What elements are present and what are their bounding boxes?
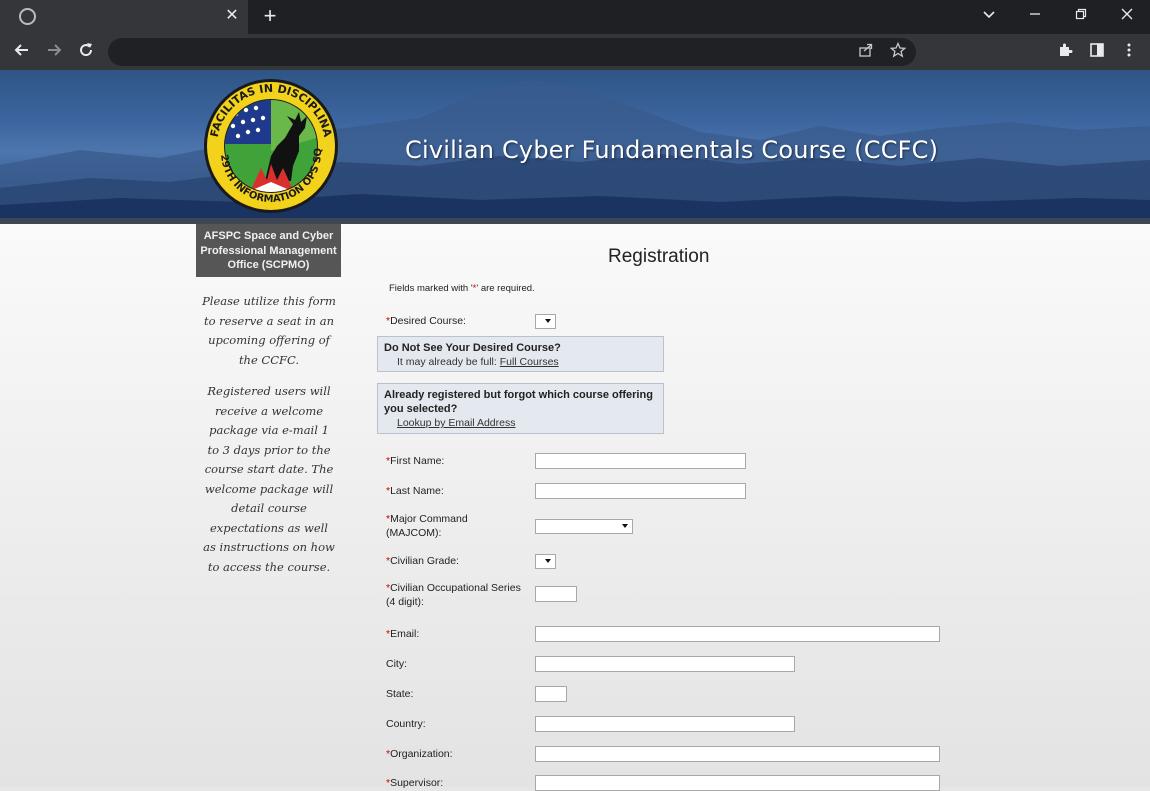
dropdown-arrow-icon xyxy=(545,559,551,563)
back-icon[interactable] xyxy=(10,41,34,63)
supervisor-input[interactable] xyxy=(535,775,940,791)
loading-icon xyxy=(19,8,36,25)
supervisor-label: *Supervisor: xyxy=(386,776,443,790)
organization-label-text: Organization: xyxy=(390,748,453,760)
city-input[interactable] xyxy=(535,656,795,672)
first-name-label: *First Name: xyxy=(386,454,444,468)
browser-tab-strip: ✕ + xyxy=(0,0,1150,34)
lookup-row: Lookup by Email Address xyxy=(384,416,657,430)
last-name-label: *Last Name: xyxy=(386,484,444,498)
majcom-select[interactable] xyxy=(535,519,633,534)
scpmo-line-2: Professional Management xyxy=(200,244,337,257)
bookmark-star-icon[interactable] xyxy=(888,41,908,62)
civilian-grade-label-text: Civilian Grade: xyxy=(390,555,459,567)
email-label: *Email: xyxy=(386,627,419,641)
lookup-by-email-link[interactable]: Lookup by Email Address xyxy=(397,417,515,429)
required-note-post: ' are required. xyxy=(476,283,535,294)
close-tab-icon[interactable]: ✕ xyxy=(222,6,242,26)
occupational-series-label-line-2: (4 digit): xyxy=(386,596,424,608)
scpmo-line-3: Office (SCPMO) xyxy=(227,259,310,271)
scpmo-box: AFSPC Space and Cyber Professional Manag… xyxy=(196,224,341,277)
email-label-text: Email: xyxy=(390,628,420,640)
reload-icon[interactable] xyxy=(74,41,98,63)
last-name-label-text: Last Name: xyxy=(390,485,444,497)
forward-icon[interactable] xyxy=(42,41,66,63)
civilian-grade-select[interactable] xyxy=(535,554,556,569)
organization-input[interactable] xyxy=(535,746,940,762)
country-input[interactable] xyxy=(535,716,795,732)
page-content: AFSPC Space and Cyber Professional Manag… xyxy=(0,224,1150,791)
occupational-series-label: *Civilian Occupational Series (4 digit): xyxy=(386,581,521,609)
full-courses-link[interactable]: Full Courses xyxy=(500,356,559,368)
email-field[interactable] xyxy=(535,626,940,642)
majcom-label-line-2: (MAJCOM): xyxy=(386,527,442,539)
site-banner: FACILITAS IN DISCIPLINA 229TH INFORMATIO… xyxy=(0,70,1150,220)
forgot-course-box: Already registered but forgot which cour… xyxy=(377,383,664,434)
minimize-icon[interactable] xyxy=(1023,5,1047,25)
menu-icon[interactable] xyxy=(1119,42,1139,62)
browser-toolbar xyxy=(0,34,1150,70)
required-note: Fields marked with '*' are required. xyxy=(389,283,535,294)
close-window-icon[interactable] xyxy=(1115,5,1139,25)
supervisor-label-text: Supervisor: xyxy=(390,777,444,789)
not-see-course-heading: Do Not See Your Desired Course? xyxy=(384,342,561,354)
not-see-course-box: Do Not See Your Desired Course? It may a… xyxy=(377,336,664,372)
country-label: Country: xyxy=(386,718,426,730)
sidebar-paragraph-2: Registered users will receive a welcome … xyxy=(203,384,335,574)
sidebar-paragraph-1: Please utilize this form to reserve a se… xyxy=(202,294,336,367)
occupational-series-label-line-1: Civilian Occupational Series xyxy=(390,582,521,594)
state-input[interactable] xyxy=(535,686,567,702)
address-bar[interactable] xyxy=(108,38,916,66)
not-see-course-sub: It may already be full: xyxy=(397,356,500,368)
dropdown-arrow-icon xyxy=(545,319,551,323)
extensions-icon[interactable] xyxy=(1055,42,1075,62)
tab-search-icon[interactable] xyxy=(977,5,1001,25)
scpmo-line-1: AFSPC Space and Cyber xyxy=(203,230,334,242)
restore-icon[interactable] xyxy=(1069,5,1093,25)
course-title: Civilian Cyber Fundamentals Course (CCFC… xyxy=(405,136,939,164)
city-label: City: xyxy=(386,658,407,670)
majcom-label: *Major Command (MAJCOM): xyxy=(386,512,468,540)
first-name-input[interactable] xyxy=(535,453,746,469)
side-panel-icon[interactable] xyxy=(1087,42,1107,62)
sidebar-instructions: Please utilize this form to reserve a se… xyxy=(202,292,336,589)
civilian-grade-label: *Civilian Grade: xyxy=(386,554,459,568)
forgot-course-heading: Already registered but forgot which cour… xyxy=(384,389,653,415)
majcom-label-line-1: Major Command xyxy=(390,513,468,525)
not-see-course-text: It may already be full: Full Courses xyxy=(384,355,657,369)
occupational-series-input[interactable] xyxy=(535,586,577,602)
state-label: State: xyxy=(386,688,414,700)
organization-label: *Organization: xyxy=(386,747,453,761)
squadron-emblem-logo: FACILITAS IN DISCIPLINA 229TH INFORMATIO… xyxy=(200,70,343,220)
desired-course-label-text: Desired Course: xyxy=(390,315,466,327)
last-name-input[interactable] xyxy=(535,483,746,499)
page-title: Registration xyxy=(608,246,710,267)
required-note-pre: Fields marked with ' xyxy=(389,283,473,294)
browser-tab[interactable]: ✕ xyxy=(0,0,248,34)
dropdown-arrow-icon xyxy=(622,524,628,528)
new-tab-icon[interactable]: + xyxy=(259,5,281,27)
desired-course-label: *Desired Course: xyxy=(386,314,466,328)
desired-course-select[interactable] xyxy=(535,314,556,329)
first-name-label-text: First Name: xyxy=(390,455,445,467)
share-icon[interactable] xyxy=(856,42,876,62)
